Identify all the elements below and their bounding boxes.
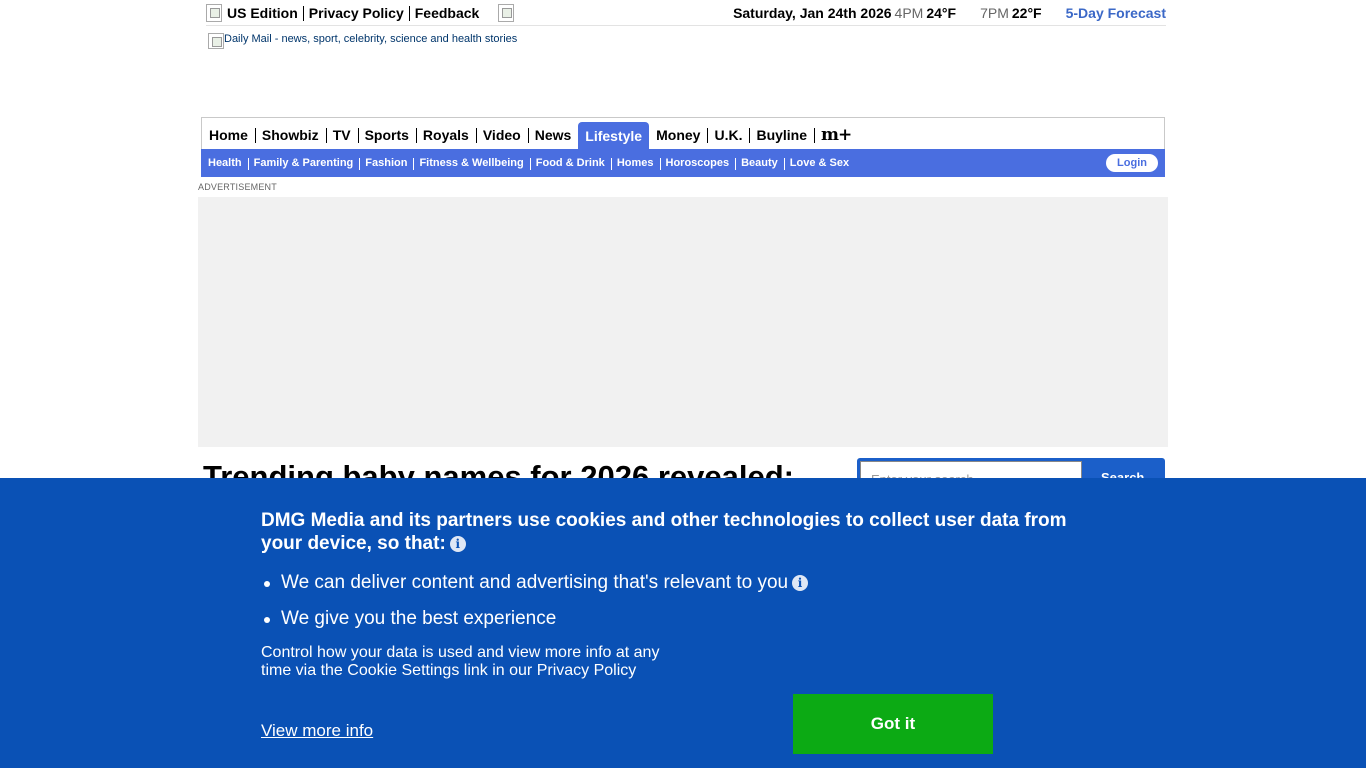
- list-item: We give you the best experience: [263, 607, 808, 643]
- weather-temp-2: 22°F: [1011, 5, 1042, 21]
- info-icon[interactable]: i: [792, 575, 809, 591]
- weather-time-1: 4PM: [894, 5, 924, 21]
- consent-control-text: Control how your data is used and view m…: [261, 644, 660, 679]
- main-nav: Home Showbiz TV Sports Royals Video News…: [201, 117, 1165, 150]
- nav-item-money[interactable]: Money: [649, 120, 707, 150]
- edition-link[interactable]: US Edition: [222, 5, 303, 21]
- consent-list: We can deliver content and advertising t…: [263, 571, 809, 643]
- nav-item-news[interactable]: News: [527, 120, 579, 150]
- weather-time-2: 7PM: [980, 5, 1009, 21]
- logo-image-icon: [208, 33, 224, 49]
- advertisement-slot[interactable]: [198, 197, 1168, 447]
- nav-item-showbiz[interactable]: Showbiz: [254, 120, 326, 150]
- list-item: We can deliver content and advertising t…: [263, 571, 809, 607]
- subnav-item-fashion[interactable]: Fashion: [359, 157, 413, 170]
- subnav-item-horoscopes[interactable]: Horoscopes: [659, 157, 736, 170]
- subnav-item-health[interactable]: Health: [202, 157, 248, 169]
- flag-icon[interactable]: [206, 4, 222, 22]
- nav-item-uk[interactable]: U.K.: [707, 120, 749, 150]
- subnav-item-love-sex[interactable]: Love & Sex: [783, 157, 855, 170]
- weather-widget: Saturday, Jan 24th 2026 4PM 24°F 7PM 22°…: [733, 2, 1166, 24]
- nav-item-royals[interactable]: Royals: [415, 120, 476, 150]
- info-icon[interactable]: i: [449, 536, 466, 552]
- got-it-button[interactable]: Got it: [793, 694, 993, 754]
- privacy-policy-link[interactable]: Privacy Policy: [304, 5, 409, 21]
- subnav-item-food-drink[interactable]: Food & Drink: [529, 157, 611, 170]
- nav-item-mplus[interactable]: m+: [814, 120, 858, 150]
- top-bar: US Edition Privacy Policy Feedback Satur…: [206, 2, 1166, 26]
- social-icon[interactable]: [498, 4, 515, 22]
- subnav-item-family-parenting[interactable]: Family & Parenting: [247, 157, 360, 170]
- subnav-item-beauty[interactable]: Beauty: [735, 157, 784, 170]
- feedback-link[interactable]: Feedback: [410, 5, 485, 21]
- cookie-consent-banner: DMG Media and its partners use cookies a…: [0, 478, 1366, 768]
- view-more-info-link[interactable]: View more info: [261, 721, 373, 741]
- login-button[interactable]: Login: [1106, 154, 1158, 172]
- logo-alt-text: Daily Mail - news, sport, celebrity, sci…: [224, 33, 518, 45]
- site-logo[interactable]: Daily Mail - news, sport, celebrity, sci…: [208, 33, 517, 49]
- nav-item-lifestyle[interactable]: Lifestyle: [578, 122, 650, 150]
- nav-item-buyline[interactable]: Buyline: [749, 120, 814, 150]
- sub-nav: Health Family & Parenting Fashion Fitnes…: [201, 149, 1165, 177]
- subnav-item-homes[interactable]: Homes: [610, 157, 660, 170]
- subnav-item-fitness-wellbeing[interactable]: Fitness & Wellbeing: [413, 157, 529, 170]
- consent-title: DMG Media and its partners use cookies a…: [261, 510, 1067, 554]
- nav-item-tv[interactable]: TV: [325, 120, 358, 150]
- advertisement-label: ADVERTISEMENT: [198, 182, 277, 192]
- forecast-link[interactable]: 5-Day Forecast: [1066, 5, 1166, 21]
- nav-item-video[interactable]: Video: [475, 120, 528, 150]
- date-text: Saturday, Jan 24th 2026: [733, 5, 892, 21]
- weather-temp-1: 24°F: [926, 5, 957, 21]
- nav-item-sports[interactable]: Sports: [357, 120, 416, 150]
- nav-item-home[interactable]: Home: [202, 120, 255, 150]
